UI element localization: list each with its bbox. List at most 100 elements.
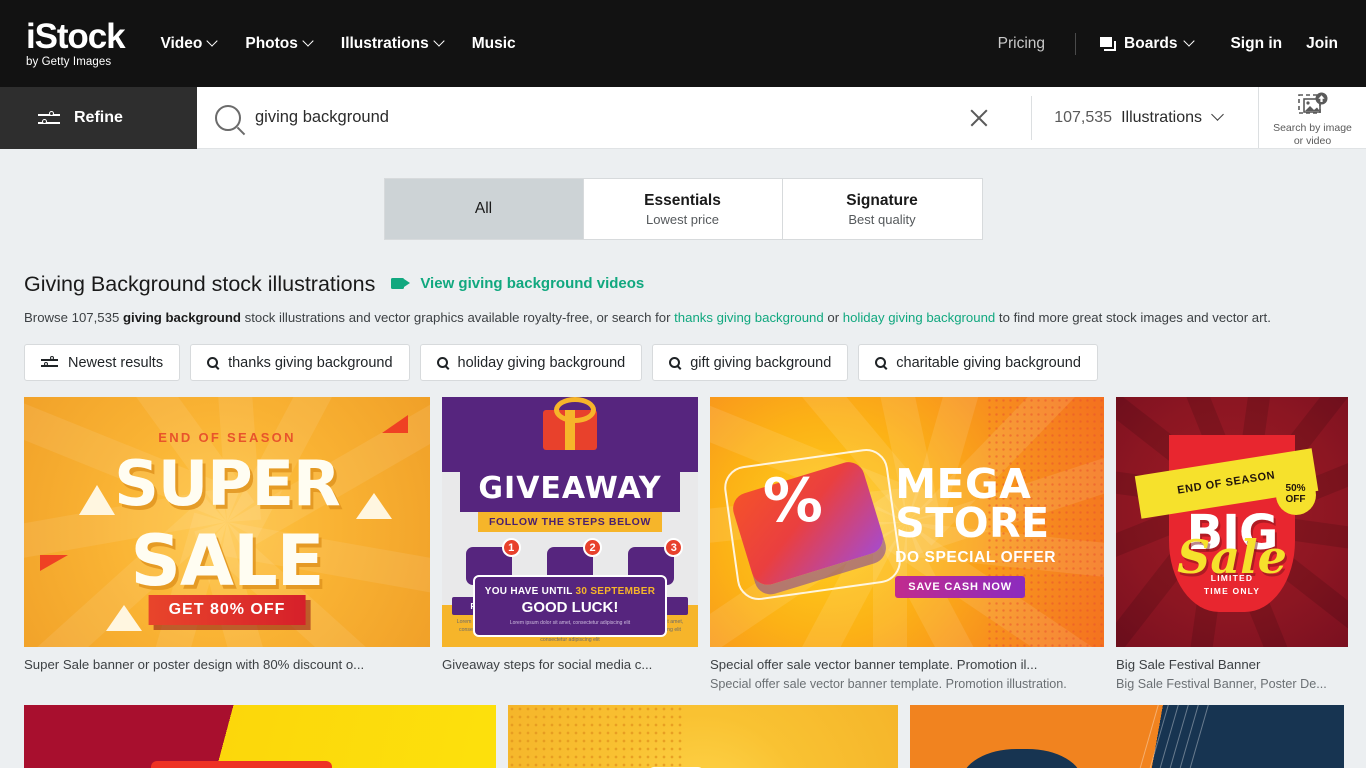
search-by-image-label: Search by image or video [1273, 122, 1352, 146]
search-icon [436, 357, 448, 369]
percent-graphic: % [721, 446, 904, 604]
view-videos-link[interactable]: View giving background videos [391, 275, 644, 292]
image-upload-icon [1297, 92, 1327, 115]
tab-signature-sub: Best quality [848, 211, 916, 227]
decoration-triangle [106, 605, 142, 632]
result-thumbnail[interactable]: END OF SEASON SUPER SALE GET 80% OFF [24, 397, 430, 648]
result-card[interactable]: END OF SEASON 50% OFF BIG Sale LIMITED T… [1116, 397, 1348, 691]
view-videos-label: View giving background videos [420, 275, 645, 292]
result-card[interactable]: BIGGEST [24, 705, 496, 768]
nav-boards-menu[interactable]: Boards [1090, 27, 1204, 61]
browse-link-holiday-giving[interactable]: holiday giving background [843, 310, 996, 325]
filter-chip-row: Newest results thanks giving background … [24, 344, 1342, 382]
nav-item-illustrations[interactable]: Illustrations [327, 27, 458, 61]
license-tabs-container: All Essentials Lowest price Signature Be… [0, 149, 1366, 239]
decoration-lines [1123, 705, 1211, 768]
tab-all[interactable]: All [384, 179, 584, 239]
browse-text-1: Browse [24, 310, 72, 325]
chip-holiday-giving-background-label: holiday giving background [457, 354, 626, 371]
browse-count: 107,535 [71, 310, 120, 325]
result-subcaption: Special offer sale vector banner templat… [710, 677, 1067, 692]
nav-item-music[interactable]: Music [458, 27, 530, 61]
result-thumbnail[interactable] [508, 705, 898, 768]
sign-in-link[interactable]: Sign in [1218, 27, 1294, 61]
nav-pricing-link[interactable]: Pricing [982, 27, 1061, 61]
result-subcaption: Big Sale Festival Banner, Poster De... [1116, 677, 1327, 692]
browse-link-thanks-giving[interactable]: thanks giving background [674, 310, 824, 325]
nav-item-video[interactable]: Video [152, 27, 231, 61]
result-card[interactable] [508, 705, 898, 768]
chip-newest-results[interactable]: Newest results [24, 344, 181, 382]
artwork-biggest-sale: BIGGEST [24, 705, 496, 768]
result-type-dropdown[interactable]: 107,535 Illustrations [1031, 95, 1244, 140]
result-thumbnail[interactable]: BIGGEST [24, 705, 496, 768]
clear-search-icon[interactable] [967, 106, 991, 130]
step-number: 2 [583, 538, 602, 558]
step-number: 3 [664, 538, 684, 558]
artwork-mega-store: % MEGA STORE DO SPECIAL OFFER SAVE CASH … [710, 397, 1104, 648]
search-icon [875, 357, 887, 369]
refine-button[interactable]: Refine [0, 87, 197, 149]
artwork-footer: YOU HAVE UNTIL 30 SEPTEMBER GOOD LUCK! L… [472, 575, 668, 638]
nav-boards-label: Boards [1124, 34, 1178, 52]
result-thumbnail[interactable]: GIVEAWAY FOLLOW THE STEPS BELOW 1 FOLLOW… [442, 397, 698, 648]
artwork-eyebrow: END OF SEASON [158, 429, 296, 445]
browse-text-4: or [823, 310, 843, 325]
artwork-headline-2: STORE [895, 498, 1050, 547]
logo-wordmark: iStock [26, 16, 126, 56]
result-thumbnail[interactable]: % MEGA STORE DO SPECIAL OFFER SAVE CASH … [710, 397, 1104, 648]
footer-text-a: YOU HAVE UNTIL [484, 586, 576, 598]
search-field-wrapper: 107,535 Illustrations Search by image or… [197, 87, 1366, 149]
result-thumbnail[interactable]: ALL SPECIAL [910, 705, 1344, 768]
sliders-icon [41, 356, 58, 369]
tab-essentials[interactable]: Essentials Lowest price [583, 179, 783, 239]
nav-item-photos[interactable]: Photos [231, 27, 327, 61]
search-input[interactable] [255, 108, 954, 127]
tab-signature[interactable]: Signature Best quality [782, 179, 982, 239]
results-grid-row-1: END OF SEASON SUPER SALE GET 80% OFF Sup… [24, 397, 1348, 691]
chip-holiday-giving-background[interactable]: holiday giving background [419, 344, 643, 382]
primary-nav: Video Photos Illustrations Music [152, 27, 529, 61]
artwork-footer-line1: YOU HAVE UNTIL 30 SEPTEMBER [479, 586, 662, 597]
artwork-badge: GET 80% OFF [148, 594, 306, 625]
chip-newest-results-label: Newest results [68, 354, 164, 371]
top-navigation-bar: iStock by Getty Images Video Photos Illu… [0, 0, 1366, 87]
result-card[interactable]: END OF SEASON SUPER SALE GET 80% OFF Sup… [24, 397, 430, 691]
nav-item-music-label: Music [471, 34, 516, 52]
limited-line2: TIME ONLY [1203, 586, 1261, 597]
result-caption: Super Sale banner or poster design with … [24, 657, 365, 673]
browse-text-3: stock illustrations and vector graphics … [240, 310, 675, 325]
chevron-down-icon [1185, 37, 1194, 46]
chip-thanks-giving-background[interactable]: thanks giving background [190, 344, 410, 382]
tab-essentials-label: Essentials [644, 191, 721, 209]
decoration-blob [962, 749, 1083, 768]
nav-divider [1075, 32, 1077, 55]
search-by-image-button[interactable]: Search by image or video [1258, 87, 1366, 148]
result-thumbnail[interactable]: END OF SEASON 50% OFF BIG Sale LIMITED T… [1116, 397, 1348, 648]
chip-charitable-giving-background-label: charitable giving background [896, 354, 1081, 371]
search-icon [207, 357, 219, 369]
istock-logo[interactable]: iStock by Getty Images [26, 16, 126, 69]
footer-date: 30 SEPTEMBER [575, 586, 656, 598]
chevron-down-icon [1213, 110, 1222, 119]
artwork-footer-line3: Lorem ipsum dolor sit amet, consectetur … [509, 620, 631, 627]
search-icon[interactable] [215, 104, 241, 131]
result-caption: Special offer sale vector banner templat… [710, 657, 1038, 673]
result-card[interactable]: % MEGA STORE DO SPECIAL OFFER SAVE CASH … [710, 397, 1104, 691]
result-card[interactable]: ALL SPECIAL [910, 705, 1344, 768]
artwork-super-sale: END OF SEASON SUPER SALE GET 80% OFF [24, 397, 430, 648]
limited-line1: LIMITED [1210, 573, 1254, 584]
artwork-giveaway: GIVEAWAY FOLLOW THE STEPS BELOW 1 FOLLOW… [442, 397, 698, 648]
artwork-text-block: MEGA STORE DO SPECIAL OFFER SAVE CASH NO… [895, 464, 1084, 598]
artwork-big-sale: END OF SEASON 50% OFF BIG Sale LIMITED T… [1116, 397, 1348, 648]
artwork-cta-button: SAVE CASH NOW [895, 575, 1025, 598]
result-card[interactable]: GIVEAWAY FOLLOW THE STEPS BELOW 1 FOLLOW… [442, 397, 698, 691]
result-caption: Giveaway steps for social media c... [442, 657, 653, 673]
tab-essentials-sub: Lowest price [646, 211, 719, 227]
join-link[interactable]: Join [1294, 27, 1342, 61]
chip-charitable-giving-background[interactable]: charitable giving background [858, 344, 1098, 382]
chevron-down-icon [304, 37, 313, 46]
artwork-subheadline: DO SPECIAL OFFER [895, 548, 1057, 566]
tab-all-label: All [474, 200, 493, 217]
chip-gift-giving-background[interactable]: gift giving background [652, 344, 849, 382]
